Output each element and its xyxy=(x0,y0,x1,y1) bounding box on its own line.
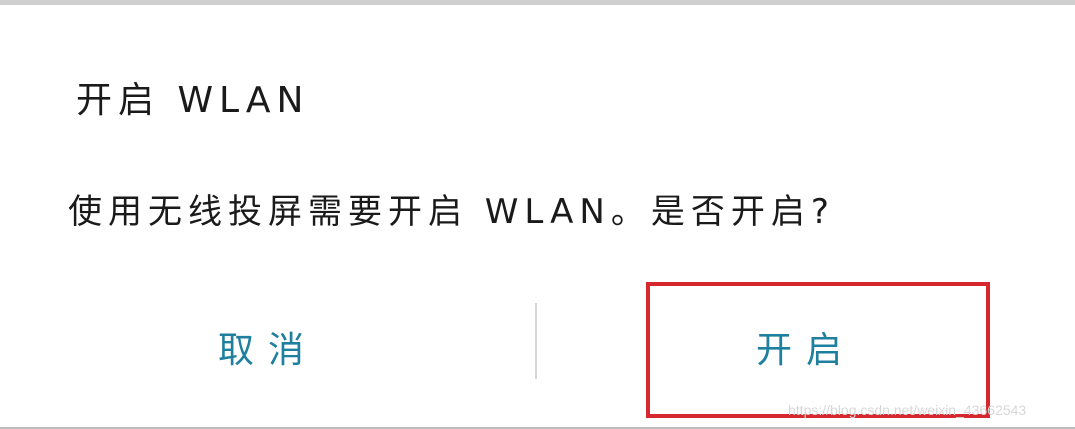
dialog-message: 使用无线投屏需要开启 WLAN。是否开启? xyxy=(68,192,835,232)
cancel-button[interactable]: 取消 xyxy=(0,312,536,382)
dialog-title: 开启 WLAN xyxy=(76,80,310,121)
open-wlan-button[interactable]: 开启 xyxy=(537,312,1075,382)
